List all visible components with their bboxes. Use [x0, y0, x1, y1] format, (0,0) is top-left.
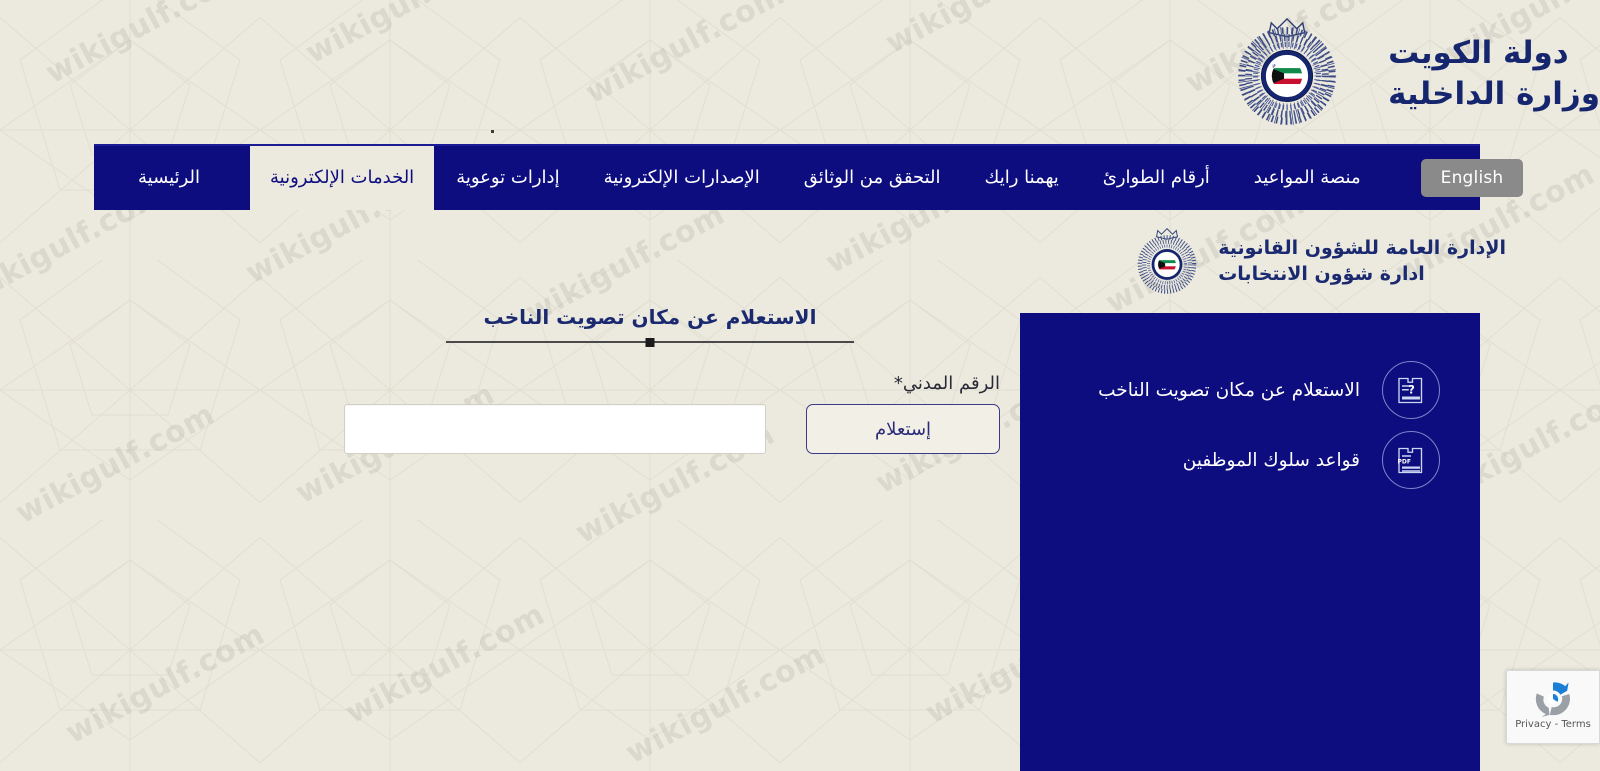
nav-item-emergency-numbers[interactable]: أرقام الطوارئ [1081, 146, 1232, 210]
department-line-general: الإدارة العامة للشؤون القانونية [1218, 237, 1506, 260]
svg-text:?: ? [1408, 383, 1415, 396]
brand-line-country: دولة الكويت [1388, 35, 1569, 72]
department-title: الإدارة العامة للشؤون القانونية ادارة شؤ… [1218, 236, 1506, 287]
nav-item-appointments-platform[interactable]: منصة المواعيد [1232, 146, 1383, 210]
kuwait-police-crest-icon: شرطة الكويت KUWAIT POLICE [1228, 15, 1337, 126]
service-item-voter-polling-place-inquiry[interactable]: ? الاستعلام عن مكان تصويت الناخب [1020, 355, 1480, 425]
svg-text:PDF: PDF [1398, 458, 1411, 465]
document-question-icon: ? [1382, 361, 1440, 419]
title-divider [446, 338, 854, 347]
recaptcha-icon [1535, 682, 1570, 718]
document-pdf-icon: PDF [1382, 431, 1440, 489]
site-header: دولة الكويت وزارة الداخلية ش E [0, 0, 1600, 148]
service-item-label: الاستعلام عن مكان تصويت الناخب [1098, 379, 1360, 401]
service-item-employee-code-of-conduct[interactable]: PDF قواعد سلوك الموظفين [1020, 425, 1480, 495]
kuwait-police-crest-icon: KUWAIT POLICE [1130, 225, 1197, 294]
nav-item-home[interactable]: الرئيسية [94, 146, 250, 210]
brand-line-ministry: وزارة الداخلية [1388, 76, 1600, 112]
main-content: ? الاستعلام عن مكان تصويت الناخب PDF قوا… [0, 305, 1600, 771]
inquiry-submit-button[interactable]: إستعلام [806, 404, 1000, 454]
brand-title: دولة الكويت وزارة الداخلية [1388, 33, 1600, 115]
main-navigation[interactable]: الرئيسية الخدمات الإلكترونية إدارات توعو… [94, 144, 1524, 210]
page-root: wikigulf.com wikigulf.com wikigulf.com w… [0, 0, 1600, 771]
page-title: الاستعلام عن مكان تصويت الناخب [483, 305, 817, 329]
form-row: إستعلام [300, 404, 1000, 454]
voter-inquiry-form: الاستعلام عن مكان تصويت الناخب الرقم الم… [300, 305, 1000, 454]
department-header: الإدارة العامة للشؤون القانونية ادارة شؤ… [120, 222, 1506, 302]
nav-item-verify-documents[interactable]: التحقق من الوثائق [782, 146, 963, 210]
civil-id-label: الرقم المدني* [893, 373, 1000, 394]
nav-item-eservices[interactable]: الخدمات الإلكترونية [250, 146, 435, 210]
nav-item-electronic-publications[interactable]: الإصدارات الإلكترونية [582, 146, 782, 210]
nav-item-your-opinion[interactable]: يهمنا رايك [963, 146, 1081, 210]
language-switch-wrap: English [1383, 146, 1524, 210]
department-line-elections: ادارة شؤون الانتخابات [1218, 263, 1425, 285]
service-item-label: قواعد سلوك الموظفين [1182, 449, 1360, 471]
nav-item-awareness-departments[interactable]: إدارات توعوية [434, 146, 581, 210]
recaptcha-privacy-terms[interactable]: Privacy - Terms [1515, 719, 1591, 730]
civil-id-input[interactable] [344, 404, 766, 454]
language-toggle-button[interactable]: English [1420, 159, 1524, 197]
divider-knob-icon [645, 338, 655, 347]
services-side-panel: ? الاستعلام عن مكان تصويت الناخب PDF قوا… [1020, 313, 1480, 771]
stray-dot-artifact [491, 130, 494, 133]
recaptcha-badge[interactable]: Privacy - Terms [1506, 670, 1600, 744]
